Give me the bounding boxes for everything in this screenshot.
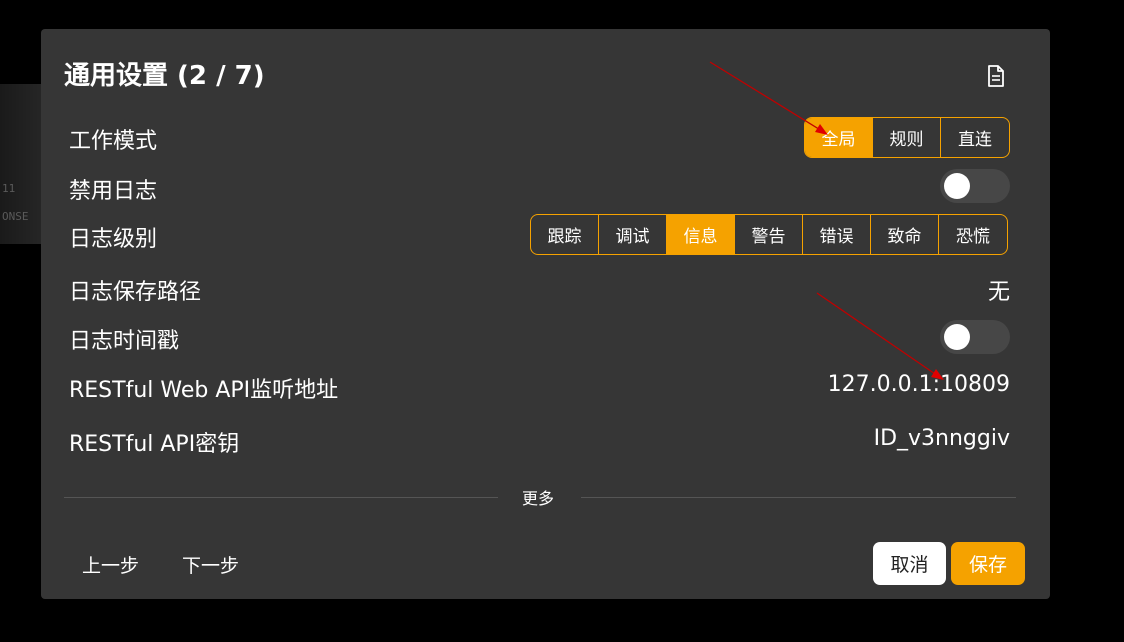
disable-log-toggle[interactable] xyxy=(940,169,1010,203)
log-path-label: 日志保存路径 xyxy=(69,280,202,305)
divider-left xyxy=(64,497,498,498)
log-level-option-panic[interactable]: 恐慌 xyxy=(939,215,1007,254)
log-level-option-debug[interactable]: 调试 xyxy=(599,215,667,254)
work-mode-label: 工作模式 xyxy=(69,129,158,154)
prev-step-button[interactable]: 上一步 xyxy=(82,551,139,578)
api-listen-value[interactable]: 127.0.0.1:10809 xyxy=(828,372,1010,397)
toggle-knob xyxy=(944,173,970,199)
log-level-option-fatal[interactable]: 致命 xyxy=(871,215,939,254)
log-level-option-warning[interactable]: 警告 xyxy=(735,215,803,254)
save-button[interactable]: 保存 xyxy=(951,542,1025,585)
log-level-segmented: 跟踪 调试 信息 警告 错误 致命 恐慌 xyxy=(530,214,1008,255)
log-timestamp-label: 日志时间戳 xyxy=(69,329,180,354)
background-text: 11 xyxy=(2,182,16,195)
dialog-title: 通用设置 (2 / 7) xyxy=(64,61,265,91)
log-level-label: 日志级别 xyxy=(69,227,158,252)
work-mode-segmented: 全局 规则 直连 xyxy=(804,117,1010,158)
toggle-knob xyxy=(944,324,970,350)
cancel-button[interactable]: 取消 xyxy=(873,542,946,585)
log-level-option-info[interactable]: 信息 xyxy=(667,215,735,254)
api-key-value[interactable]: ID_v3nnggiv xyxy=(874,426,1010,451)
api-listen-label: RESTful Web API监听地址 xyxy=(69,378,339,403)
settings-dialog: 通用设置 (2 / 7) 工作模式 全局 规则 直连 禁用日志 日志级别 跟踪 … xyxy=(41,29,1050,599)
divider-right xyxy=(581,497,1016,498)
background-text: ONSE xyxy=(2,210,29,223)
work-mode-option-direct[interactable]: 直连 xyxy=(941,118,1009,157)
next-step-button[interactable]: 下一步 xyxy=(182,551,239,578)
work-mode-option-rule[interactable]: 规则 xyxy=(873,118,941,157)
log-level-option-error[interactable]: 错误 xyxy=(803,215,871,254)
api-key-label: RESTful API密钥 xyxy=(69,432,240,457)
log-level-option-trace[interactable]: 跟踪 xyxy=(531,215,599,254)
log-timestamp-toggle[interactable] xyxy=(940,320,1010,354)
work-mode-option-global[interactable]: 全局 xyxy=(805,118,873,157)
more-toggle[interactable]: 更多 xyxy=(522,485,554,509)
disable-log-label: 禁用日志 xyxy=(69,179,158,204)
background-window-sliver: 11 ONSE xyxy=(0,84,42,244)
log-path-value[interactable]: 无 xyxy=(988,274,1010,306)
document-icon[interactable] xyxy=(986,65,1006,87)
